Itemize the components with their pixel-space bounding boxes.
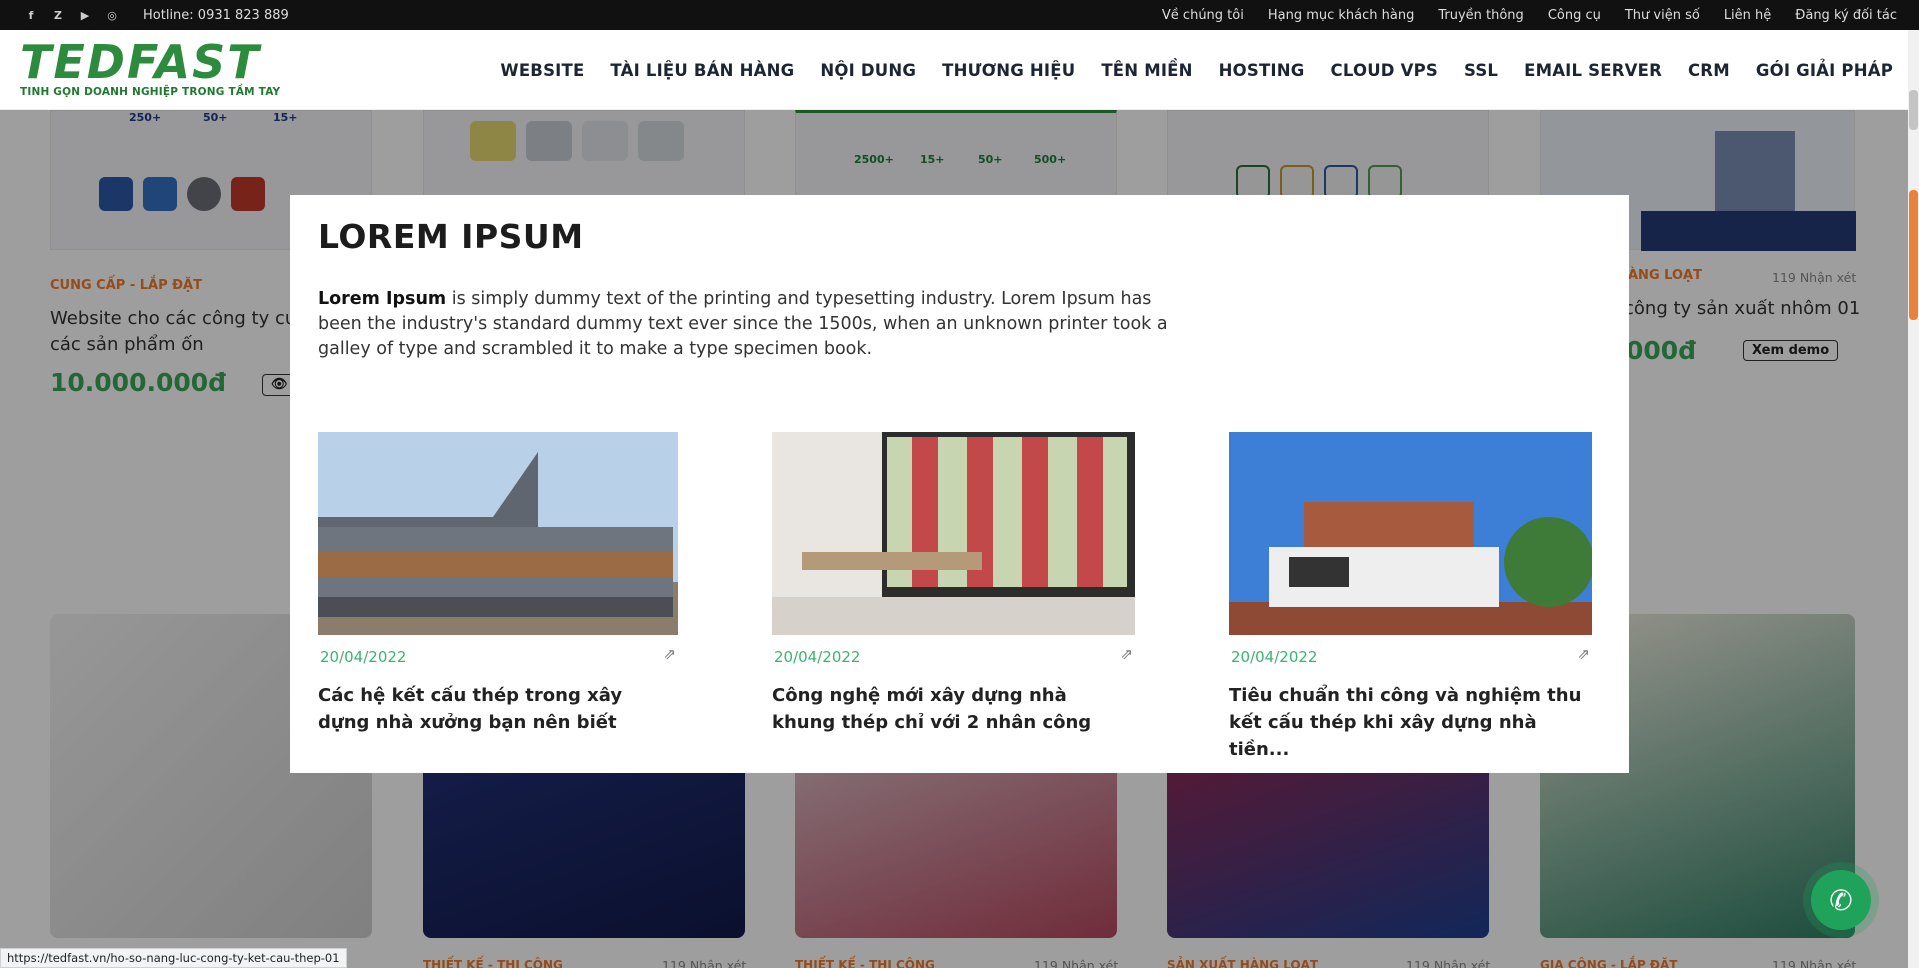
- nav-content[interactable]: NỘI DUNG: [820, 61, 916, 80]
- zalo-icon[interactable]: Z: [49, 6, 67, 24]
- phone-call-icon[interactable]: ✆: [1811, 870, 1871, 930]
- news-image[interactable]: [1229, 432, 1592, 635]
- status-bar-url: https://tedfast.vn/ho-so-nang-luc-cong-t…: [0, 948, 347, 968]
- desc-bold: Lorem Ipsum: [318, 289, 447, 309]
- logo-wordmark: TEDFAST: [20, 35, 261, 89]
- news-image[interactable]: [318, 432, 678, 635]
- hotline-text: Hotline: 0931 823 889: [143, 7, 289, 23]
- nav-ssl[interactable]: SSL: [1464, 61, 1498, 80]
- modal-description: Lorem Ipsum is simply dummy text of the …: [318, 287, 1188, 362]
- desc-text: is simply dummy text of the printing and…: [318, 289, 1168, 359]
- top-links: Về chúng tôi Hạng mục khách hàng Truyền …: [1138, 0, 1897, 30]
- scrollbar-thumb[interactable]: [1909, 90, 1918, 130]
- modal-title: LOREM IPSUM: [318, 217, 584, 256]
- logo[interactable]: TEDFAST TINH GỌN DOANH NGHIỆP TRONG TẦM …: [20, 35, 282, 98]
- site-header: TEDFAST TINH GỌN DOANH NGHIỆP TRONG TẦM …: [0, 30, 1919, 110]
- facebook-icon[interactable]: f: [22, 6, 40, 24]
- news-date: 20/04/2022: [1231, 648, 1318, 666]
- nav-cloud-vps[interactable]: CLOUD VPS: [1331, 61, 1438, 80]
- scrollbar[interactable]: [1908, 30, 1919, 968]
- nav-website[interactable]: WEBSITE: [500, 61, 584, 80]
- logo-tagline: TINH GỌN DOANH NGHIỆP TRONG TẦM TAY: [20, 86, 281, 98]
- news-title[interactable]: Tiêu chuẩn thi công và nghiệm thu kết cấ…: [1229, 682, 1592, 763]
- top-bar: f Z ▶ ◎ Hotline: 0931 823 889 Về chúng t…: [0, 0, 1919, 30]
- share-icon[interactable]: ⇗: [1577, 645, 1590, 663]
- nav-hosting[interactable]: HOSTING: [1219, 61, 1305, 80]
- nav-email-server[interactable]: EMAIL SERVER: [1524, 61, 1662, 80]
- news-image[interactable]: [772, 432, 1135, 635]
- news-title[interactable]: Các hệ kết cấu thép trong xây dựng nhà x…: [318, 682, 678, 736]
- nav-sales-docs[interactable]: TÀI LIỆU BÁN HÀNG: [610, 61, 794, 80]
- nav-brand[interactable]: THƯƠNG HIỆU: [942, 61, 1075, 80]
- nav-domain[interactable]: TÊN MIỀN: [1101, 61, 1192, 80]
- top-link-library[interactable]: Thư viện số: [1625, 8, 1700, 23]
- instagram-icon[interactable]: ◎: [103, 6, 121, 24]
- news-title[interactable]: Công nghệ mới xây dựng nhà khung thép ch…: [772, 682, 1135, 736]
- news-date: 20/04/2022: [774, 648, 861, 666]
- news-card[interactable]: 20/04/2022 ⇗ Tiêu chuẩn thi công và nghi…: [1229, 432, 1592, 760]
- share-icon[interactable]: ⇗: [1120, 645, 1133, 663]
- share-icon[interactable]: ⇗: [663, 645, 676, 663]
- top-link-customers[interactable]: Hạng mục khách hàng: [1268, 8, 1415, 23]
- main-nav: WEBSITE TÀI LIỆU BÁN HÀNG NỘI DUNG THƯƠN…: [474, 30, 1893, 110]
- news-card[interactable]: 20/04/2022 ⇗ Công nghệ mới xây dựng nhà …: [772, 432, 1135, 733]
- top-link-about[interactable]: Về chúng tôi: [1162, 8, 1244, 23]
- news-modal: LOREM IPSUM Lorem Ipsum is simply dummy …: [290, 195, 1629, 773]
- top-link-partner[interactable]: Đăng ký đối tác: [1795, 8, 1897, 23]
- news-date: 20/04/2022: [320, 648, 407, 666]
- top-link-media[interactable]: Truyền thông: [1438, 8, 1523, 23]
- news-card[interactable]: 20/04/2022 ⇗ Các hệ kết cấu thép trong x…: [318, 432, 678, 733]
- top-link-contact[interactable]: Liên hệ: [1724, 8, 1771, 23]
- top-link-tools[interactable]: Công cụ: [1548, 8, 1601, 23]
- nav-crm[interactable]: CRM: [1688, 61, 1730, 80]
- youtube-icon[interactable]: ▶: [76, 6, 94, 24]
- nav-solutions[interactable]: GÓI GIẢI PHÁP: [1756, 61, 1893, 80]
- scrollbar-thumb-accent[interactable]: [1909, 190, 1918, 320]
